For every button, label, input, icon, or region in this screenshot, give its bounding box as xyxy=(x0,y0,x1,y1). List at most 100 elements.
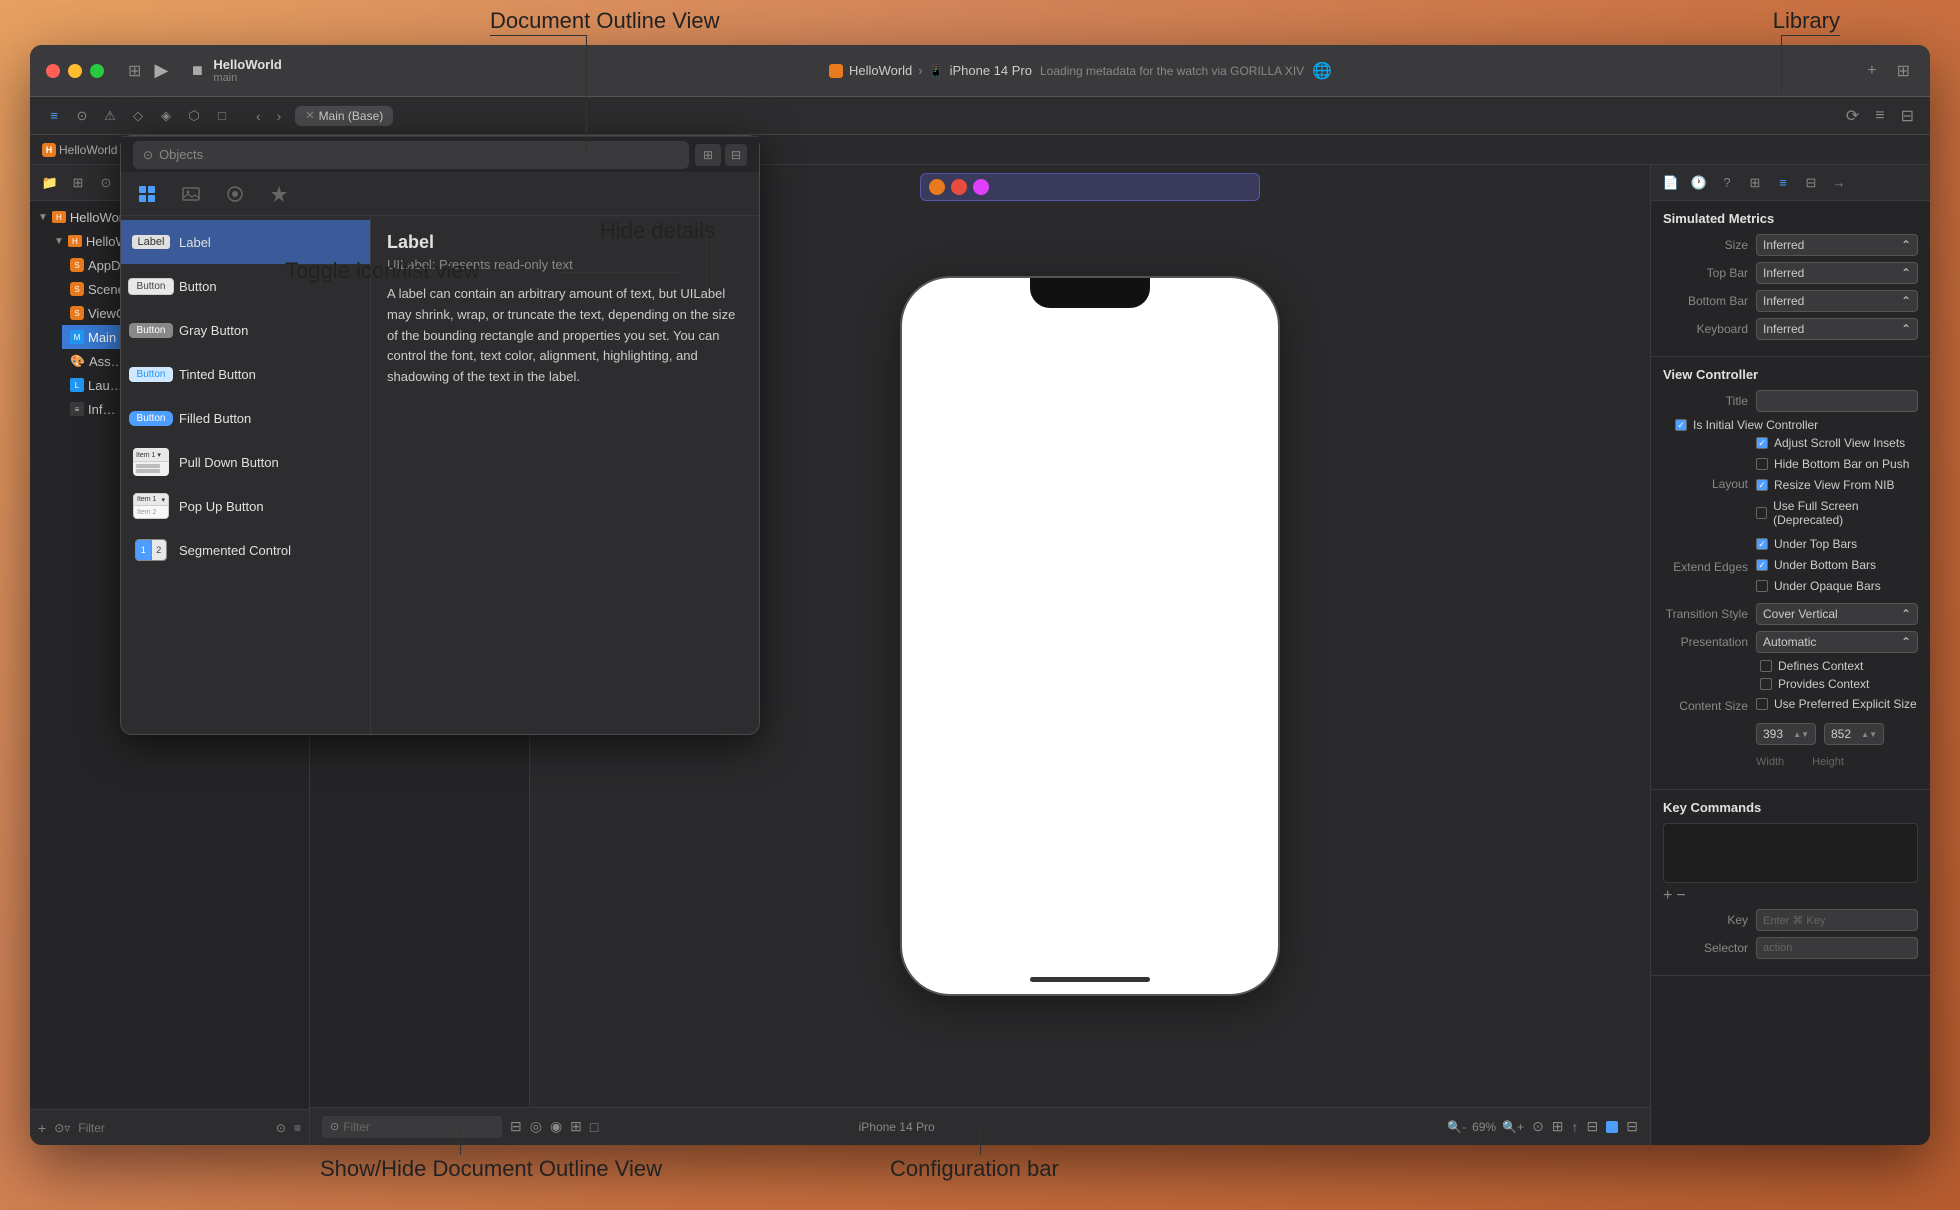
stop-button[interactable]: ■ xyxy=(181,55,213,87)
bottom-icon7[interactable]: ⊞ xyxy=(1552,1118,1564,1135)
filter-images-btn[interactable] xyxy=(177,180,205,208)
keyboard-dropdown[interactable]: Inferred ⌃ xyxy=(1756,318,1918,340)
inspector-file-icon[interactable]: 📄 xyxy=(1659,171,1683,195)
inspector-attributes-icon[interactable]: ⊞ xyxy=(1743,171,1767,195)
layout-check1[interactable]: ✓ xyxy=(1756,437,1768,449)
defines-checkbox[interactable] xyxy=(1760,660,1772,672)
bottom-icon9[interactable]: ⊟ xyxy=(1587,1118,1599,1135)
remove-key-btn[interactable]: − xyxy=(1676,887,1685,905)
add-button[interactable]: + xyxy=(1863,58,1880,84)
bottom-icon1[interactable]: ⊟ xyxy=(510,1118,522,1135)
search-icon[interactable]: ⊙ xyxy=(70,104,94,128)
stepper-height[interactable]: ▲▼ xyxy=(1861,730,1877,739)
layout-check4[interactable] xyxy=(1756,507,1767,519)
sidebar-filter-input[interactable] xyxy=(78,1121,268,1135)
list-icon[interactable]: ≡ xyxy=(294,1121,301,1135)
lib-item-gray-button[interactable]: Button Gray Button xyxy=(121,308,370,352)
lib-item-filled-button[interactable]: Button Filled Button xyxy=(121,396,370,440)
bookmark-icon[interactable]: ⊞ xyxy=(66,171,90,195)
add-file-icon[interactable]: + xyxy=(38,1120,46,1136)
debug-icon[interactable]: ◈ xyxy=(154,104,178,128)
tests-icon[interactable]: ◇ xyxy=(126,104,150,128)
zoom-in-icon[interactable]: 🔍+ xyxy=(1502,1120,1524,1134)
extend-check1[interactable]: ✓ xyxy=(1756,538,1768,550)
grid-view-btn[interactable]: ⊞ xyxy=(695,144,721,166)
zoom-out-icon[interactable]: 🔍- xyxy=(1447,1120,1466,1134)
topbar-dropdown[interactable]: Inferred ⌃ xyxy=(1756,262,1918,284)
sidebar-toggle-icon[interactable]: ⊞ xyxy=(124,57,145,85)
sort-icon[interactable]: ⊙ xyxy=(276,1121,286,1135)
reports-icon[interactable]: □ xyxy=(210,104,234,128)
stepper-width[interactable]: ▲▼ xyxy=(1793,730,1809,739)
back-button[interactable]: ‹ xyxy=(250,104,267,128)
breadcrumb-helloworld1[interactable]: H HelloWorld xyxy=(42,143,117,157)
minimize-button[interactable] xyxy=(68,64,82,78)
bottombar-label: Bottom Bar xyxy=(1663,294,1748,308)
bottom-icon5[interactable]: □ xyxy=(590,1119,598,1135)
folder-icon[interactable]: 📁 xyxy=(38,171,62,195)
library-list: Label Label Button Button Button Gray Bu… xyxy=(121,216,371,734)
inspector-history-icon[interactable]: 🕐 xyxy=(1687,171,1711,195)
lib-item-pulldown-button[interactable]: Item 1 ▾ Pull Down Button xyxy=(121,440,370,484)
lines-icon[interactable]: ≡ xyxy=(1871,103,1888,129)
breakpoints-icon[interactable]: ⬡ xyxy=(182,104,206,128)
transition-dropdown[interactable]: Cover Vertical ⌃ xyxy=(1756,603,1918,625)
bottom-icon8[interactable]: ↑ xyxy=(1572,1119,1579,1135)
selector-input[interactable]: action xyxy=(1756,937,1918,959)
filter-icon[interactable]: ⊙▿ xyxy=(54,1121,70,1135)
inspector-help-icon[interactable]: ? xyxy=(1715,171,1739,195)
provides-checkbox[interactable] xyxy=(1760,678,1772,690)
bottombar-dropdown[interactable]: Inferred ⌃ xyxy=(1756,290,1918,312)
run-button[interactable]: ▶ xyxy=(145,55,177,87)
extend-label2: Under Bottom Bars xyxy=(1774,558,1876,572)
file-navigator-icon[interactable]: ≡ xyxy=(42,104,66,128)
layout-label1: Adjust Scroll View Insets xyxy=(1774,436,1905,450)
bottom-icon6[interactable]: ⊙ xyxy=(1532,1118,1544,1135)
library-search[interactable]: ⊙ Objects xyxy=(133,141,689,169)
inspector-connections-icon[interactable]: → xyxy=(1827,171,1851,195)
close-button[interactable] xyxy=(46,64,60,78)
vc-title-input[interactable] xyxy=(1756,390,1918,412)
lib-item-segmented[interactable]: 1 2 Segmented Control xyxy=(121,528,370,572)
main-tab[interactable]: ✕ Main (Base) xyxy=(295,106,393,126)
issues-icon[interactable]: ⚠ xyxy=(98,104,122,128)
bottom-filter-search[interactable]: ⊙ Filter xyxy=(322,1116,502,1138)
extend-check3[interactable] xyxy=(1756,580,1768,592)
close-tab-icon[interactable]: ✕ xyxy=(305,109,314,122)
bottom-icon4[interactable]: ⊞ xyxy=(570,1118,582,1135)
filter-objects-btn[interactable] xyxy=(133,180,161,208)
refresh-icon[interactable]: ⟳ xyxy=(1842,102,1863,130)
is-initial-checkbox[interactable]: ✓ xyxy=(1675,419,1687,431)
inspector-identity-icon[interactable]: ≡ xyxy=(1771,171,1795,195)
filter-colors-btn[interactable] xyxy=(221,180,249,208)
colors-filter-icon xyxy=(225,184,245,204)
size-dropdown[interactable]: Inferred ⌃ xyxy=(1756,234,1918,256)
add-key-btn[interactable]: + xyxy=(1663,887,1672,905)
bottom-icon3[interactable]: ◉ xyxy=(550,1118,562,1135)
layout-button[interactable]: ⊞ xyxy=(1893,57,1914,85)
hide-details-btn[interactable]: ⊟ xyxy=(725,144,747,166)
tree-label-info: Inf… xyxy=(88,402,115,417)
filter-custom-btn[interactable] xyxy=(265,180,293,208)
layout-check2[interactable] xyxy=(1756,458,1768,470)
height-input[interactable]: 852 ▲▼ xyxy=(1824,723,1884,745)
split-editor-icon[interactable]: ⊟ xyxy=(1897,102,1918,130)
maximize-button[interactable] xyxy=(90,64,104,78)
extend-check2[interactable]: ✓ xyxy=(1756,559,1768,571)
inspector-size-icon[interactable]: ⊟ xyxy=(1799,171,1823,195)
lib-item-popup-button[interactable]: Item 1▾ Item 2 Pop Up Button xyxy=(121,484,370,528)
lib-item-tinted-button[interactable]: Button Tinted Button xyxy=(121,352,370,396)
button-name: Button xyxy=(179,279,217,294)
title-bar-right: + ⊞ xyxy=(1863,57,1914,85)
key-input[interactable]: Enter ⌘ Key xyxy=(1756,909,1918,931)
bottom-icon10[interactable]: ⊟ xyxy=(1626,1118,1638,1135)
width-input[interactable]: 393 ▲▼ xyxy=(1756,723,1816,745)
layout-check3[interactable]: ✓ xyxy=(1756,479,1768,491)
presentation-dropdown[interactable]: Automatic ⌃ xyxy=(1756,631,1918,653)
forward-button[interactable]: › xyxy=(271,104,288,128)
bottom-icon2[interactable]: ◎ xyxy=(530,1118,542,1135)
sidebar-bottom: + ⊙▿ ⊙ ≡ xyxy=(30,1109,309,1145)
use-preferred-checkbox[interactable] xyxy=(1756,698,1768,710)
height-label: Height xyxy=(1812,756,1844,768)
people-icon[interactable]: ⊙ xyxy=(94,171,118,195)
